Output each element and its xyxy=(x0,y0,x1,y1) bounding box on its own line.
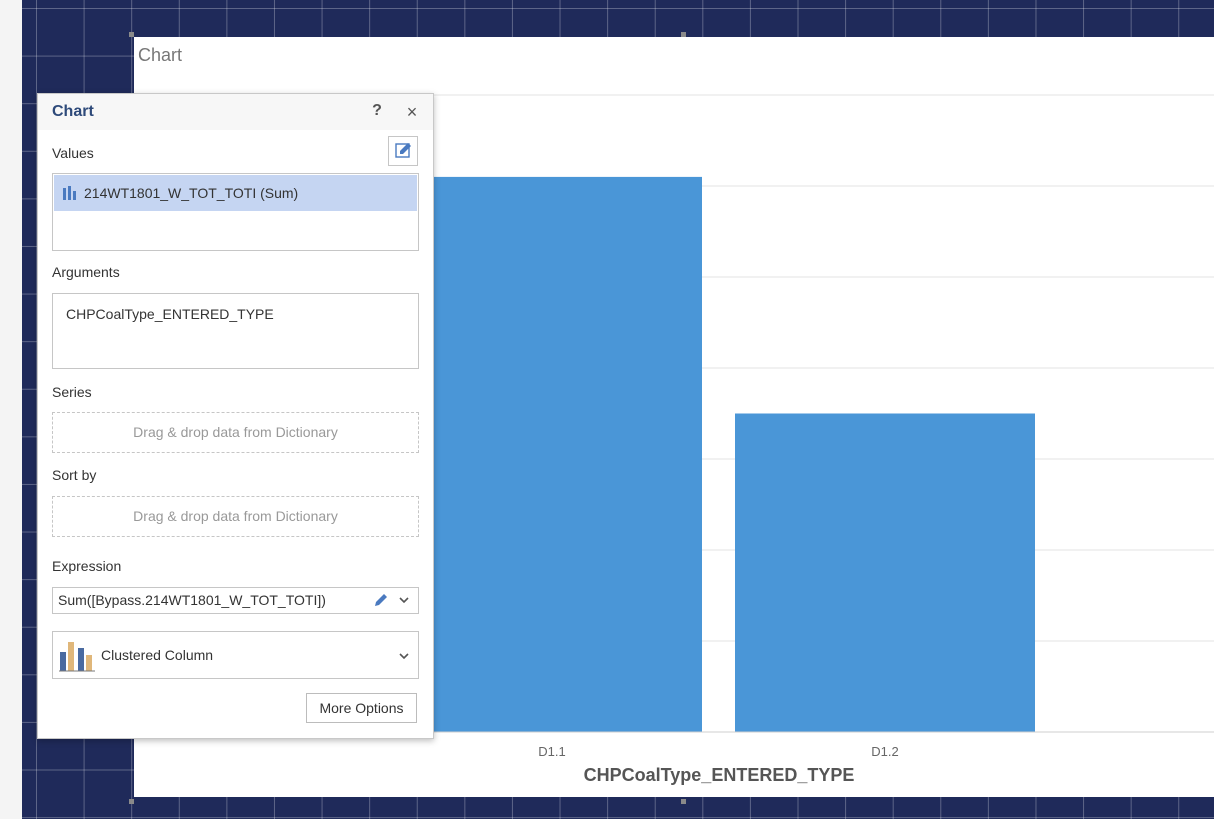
edit-values-button[interactable] xyxy=(388,136,418,166)
bar-D1.1 xyxy=(402,176,702,732)
values-label: Values xyxy=(52,145,94,161)
column-chart-icon xyxy=(63,186,76,200)
bar-D1.2 xyxy=(735,413,1035,732)
x-axis-tick-labels: D1.1 D1.2 xyxy=(538,744,898,759)
resize-handle-bottom-left[interactable] xyxy=(129,799,134,804)
series-label: Series xyxy=(52,384,92,400)
arguments-list[interactable]: CHPCoalType_ENTERED_TYPE xyxy=(52,293,419,369)
help-button[interactable]: ? xyxy=(369,102,385,122)
clustered-column-icon xyxy=(59,642,95,672)
values-list[interactable]: 214WT1801_W_TOT_TOTI (Sum) xyxy=(52,173,419,251)
chevron-down-icon[interactable] xyxy=(398,594,410,606)
chart-bars xyxy=(402,176,1035,732)
series-dropzone[interactable]: Drag & drop data from Dictionary xyxy=(52,412,419,453)
chart-type-label: Clustered Column xyxy=(101,647,214,663)
x-axis-title: CHPCoalType_ENTERED_TYPE xyxy=(584,765,855,785)
left-ruler-strip xyxy=(0,0,23,819)
expression-label: Expression xyxy=(52,558,122,574)
arguments-label: Arguments xyxy=(52,264,120,280)
sortby-dropzone[interactable]: Drag & drop data from Dictionary xyxy=(52,496,419,537)
resize-handle-bottom-center[interactable] xyxy=(681,799,686,804)
pencil-icon[interactable] xyxy=(373,592,389,608)
x-tick-label: D1.2 xyxy=(871,744,898,759)
more-options-button[interactable]: More Options xyxy=(306,693,417,723)
value-item-label: 214WT1801_W_TOT_TOTI (Sum) xyxy=(84,185,299,201)
expression-field[interactable]: Sum([Bypass.214WT1801_W_TOT_TOTI]) xyxy=(52,587,419,614)
panel-title: Chart xyxy=(52,103,94,120)
sortby-label: Sort by xyxy=(52,467,97,483)
expression-value[interactable]: Sum([Bypass.214WT1801_W_TOT_TOTI]) xyxy=(58,592,326,608)
x-tick-label: D1.1 xyxy=(538,744,565,759)
edit-icon xyxy=(395,143,411,158)
chart-type-select[interactable]: Clustered Column xyxy=(52,631,419,679)
value-item[interactable]: 214WT1801_W_TOT_TOTI (Sum) xyxy=(54,175,417,211)
close-button[interactable]: × xyxy=(403,102,421,122)
argument-item[interactable]: CHPCoalType_ENTERED_TYPE xyxy=(66,306,274,322)
panel-header: Chart ? × xyxy=(38,94,433,130)
chart-properties-panel: Chart ? × Values 214WT1801_W_TOT_TOTI (S… xyxy=(37,93,434,739)
chevron-down-icon[interactable] xyxy=(398,650,410,662)
